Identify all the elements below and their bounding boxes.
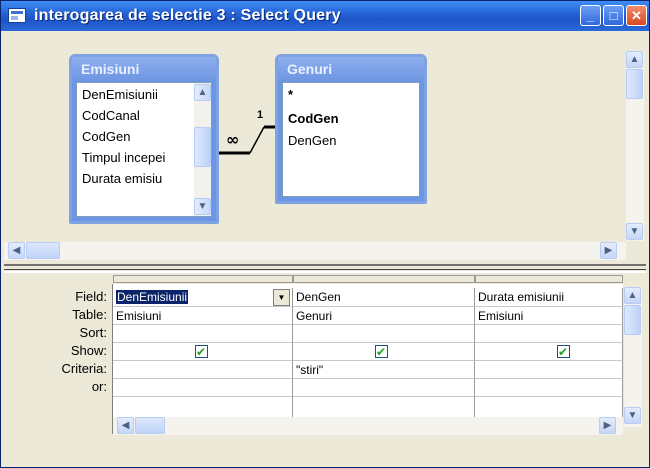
- field-cell[interactable]: DenEmisiunii: [113, 288, 293, 307]
- or-cell[interactable]: [113, 379, 293, 397]
- field-list-body: DenEmisiunii CodCanal CodGen Timpul ince…: [76, 82, 212, 217]
- show-cell[interactable]: [475, 343, 623, 361]
- column-selector[interactable]: [293, 275, 475, 283]
- scroll-thumb[interactable]: [26, 242, 60, 259]
- one-side-label: 1: [257, 109, 264, 121]
- field-value[interactable]: DenEmisiunii: [116, 290, 189, 304]
- field-item[interactable]: Durata emisiu: [82, 171, 162, 186]
- table-pane[interactable]: Emisiuni DenEmisiunii CodCanal CodGen Ti…: [4, 31, 646, 263]
- show-checkbox[interactable]: [557, 343, 570, 360]
- maximize-button[interactable]: □: [603, 5, 624, 26]
- scroll-down-icon[interactable]: ▼: [624, 407, 641, 424]
- scroll-up-icon[interactable]: ▲: [624, 287, 641, 304]
- pane-divider: [4, 269, 646, 270]
- design-grid[interactable]: DenEmisiunii ▼ Emisiuni DenGen Genuri "s…: [112, 275, 623, 435]
- or-cell[interactable]: [293, 379, 475, 397]
- field-list-emisiuni[interactable]: Emisiuni DenEmisiunii CodCanal CodGen Ti…: [69, 54, 219, 224]
- scroll-thumb[interactable]: [626, 69, 643, 99]
- show-cell[interactable]: [293, 343, 475, 361]
- criteria-cell[interactable]: [113, 361, 293, 379]
- row-label-show: Show:: [70, 343, 107, 358]
- field-list-title[interactable]: Genuri: [278, 57, 424, 81]
- field-cell[interactable]: DenGen: [293, 288, 475, 307]
- table-cell[interactable]: Emisiuni: [113, 307, 293, 325]
- field-cell[interactable]: Durata emisiunii: [475, 288, 623, 307]
- scroll-right-icon[interactable]: ▶: [600, 242, 617, 259]
- scroll-down-icon[interactable]: ▼: [626, 223, 643, 240]
- minimize-icon: _: [586, 8, 595, 23]
- field-item[interactable]: DenEmisiunii: [82, 87, 158, 102]
- scroll-thumb[interactable]: [624, 305, 641, 335]
- table-pane-hscroll[interactable]: ◀ ▶: [4, 242, 626, 260]
- sort-cell[interactable]: [293, 325, 475, 343]
- show-checkbox[interactable]: [195, 343, 208, 360]
- scroll-up-icon[interactable]: ▲: [626, 51, 643, 68]
- dropdown-arrow-icon[interactable]: ▼: [273, 289, 290, 306]
- maximize-icon: □: [609, 8, 618, 23]
- row-label-criteria: Criteria:: [61, 361, 107, 376]
- field-item[interactable]: *: [288, 87, 293, 102]
- field-list-scrollbar[interactable]: ▲ ▼: [194, 83, 211, 216]
- design-grid-pane[interactable]: Field: Table: Sort: Show: Criteria: or: …: [4, 275, 646, 463]
- minimize-button[interactable]: _: [580, 5, 601, 26]
- criteria-cell[interactable]: [475, 361, 623, 379]
- empty-cell[interactable]: [113, 397, 293, 417]
- field-item[interactable]: CodGen: [288, 111, 339, 126]
- table-cell[interactable]: Genuri: [293, 307, 475, 325]
- column-selector[interactable]: [113, 275, 293, 283]
- field-list-title[interactable]: Emisiuni: [72, 57, 216, 81]
- query-window: interogarea de selectie 3 : Select Query…: [0, 0, 650, 468]
- scroll-thumb[interactable]: [194, 127, 211, 167]
- column-selector[interactable]: [475, 275, 623, 283]
- scroll-right-icon[interactable]: ▶: [599, 417, 616, 434]
- grid-vscroll[interactable]: ▲ ▼: [624, 287, 642, 427]
- empty-cell[interactable]: [475, 397, 623, 417]
- or-cell[interactable]: [475, 379, 623, 397]
- close-button[interactable]: ✕: [626, 5, 647, 26]
- sort-cell[interactable]: [113, 325, 293, 343]
- field-item[interactable]: CodCanal: [82, 108, 140, 123]
- row-label-table: Table:: [72, 307, 107, 322]
- table-pane-vscroll[interactable]: ▲ ▼: [626, 51, 644, 241]
- scroll-thumb[interactable]: [135, 417, 165, 434]
- window-title: interogarea de selectie 3 : Select Query: [34, 7, 341, 24]
- field-list-body: * CodGen DenGen: [282, 82, 420, 197]
- row-label-sort: Sort:: [79, 325, 107, 340]
- show-checkbox[interactable]: [375, 343, 388, 360]
- row-label-field: Field:: [75, 289, 107, 304]
- scroll-down-icon[interactable]: ▼: [194, 198, 211, 215]
- many-side-label: ∞: [226, 130, 240, 149]
- field-item[interactable]: Timpul incepei: [82, 150, 165, 165]
- scroll-left-icon[interactable]: ◀: [8, 242, 25, 259]
- row-label-or: or:: [91, 379, 107, 394]
- close-icon: ✕: [631, 8, 642, 23]
- title-bar[interactable]: interogarea de selectie 3 : Select Query…: [1, 1, 649, 31]
- scroll-left-icon[interactable]: ◀: [117, 417, 134, 434]
- criteria-cell[interactable]: "stiri": [293, 361, 475, 379]
- field-item[interactable]: DenGen: [288, 133, 336, 148]
- grid-hscroll[interactable]: ◀ ▶: [113, 417, 623, 435]
- field-list-genuri[interactable]: Genuri * CodGen DenGen: [275, 54, 427, 204]
- show-cell[interactable]: [113, 343, 293, 361]
- field-item[interactable]: CodGen: [82, 129, 130, 144]
- query-window-icon[interactable]: [8, 8, 26, 23]
- table-cell[interactable]: Emisiuni: [475, 307, 623, 325]
- empty-cell[interactable]: [293, 397, 475, 417]
- sort-cell[interactable]: [475, 325, 623, 343]
- scroll-up-icon[interactable]: ▲: [194, 84, 211, 101]
